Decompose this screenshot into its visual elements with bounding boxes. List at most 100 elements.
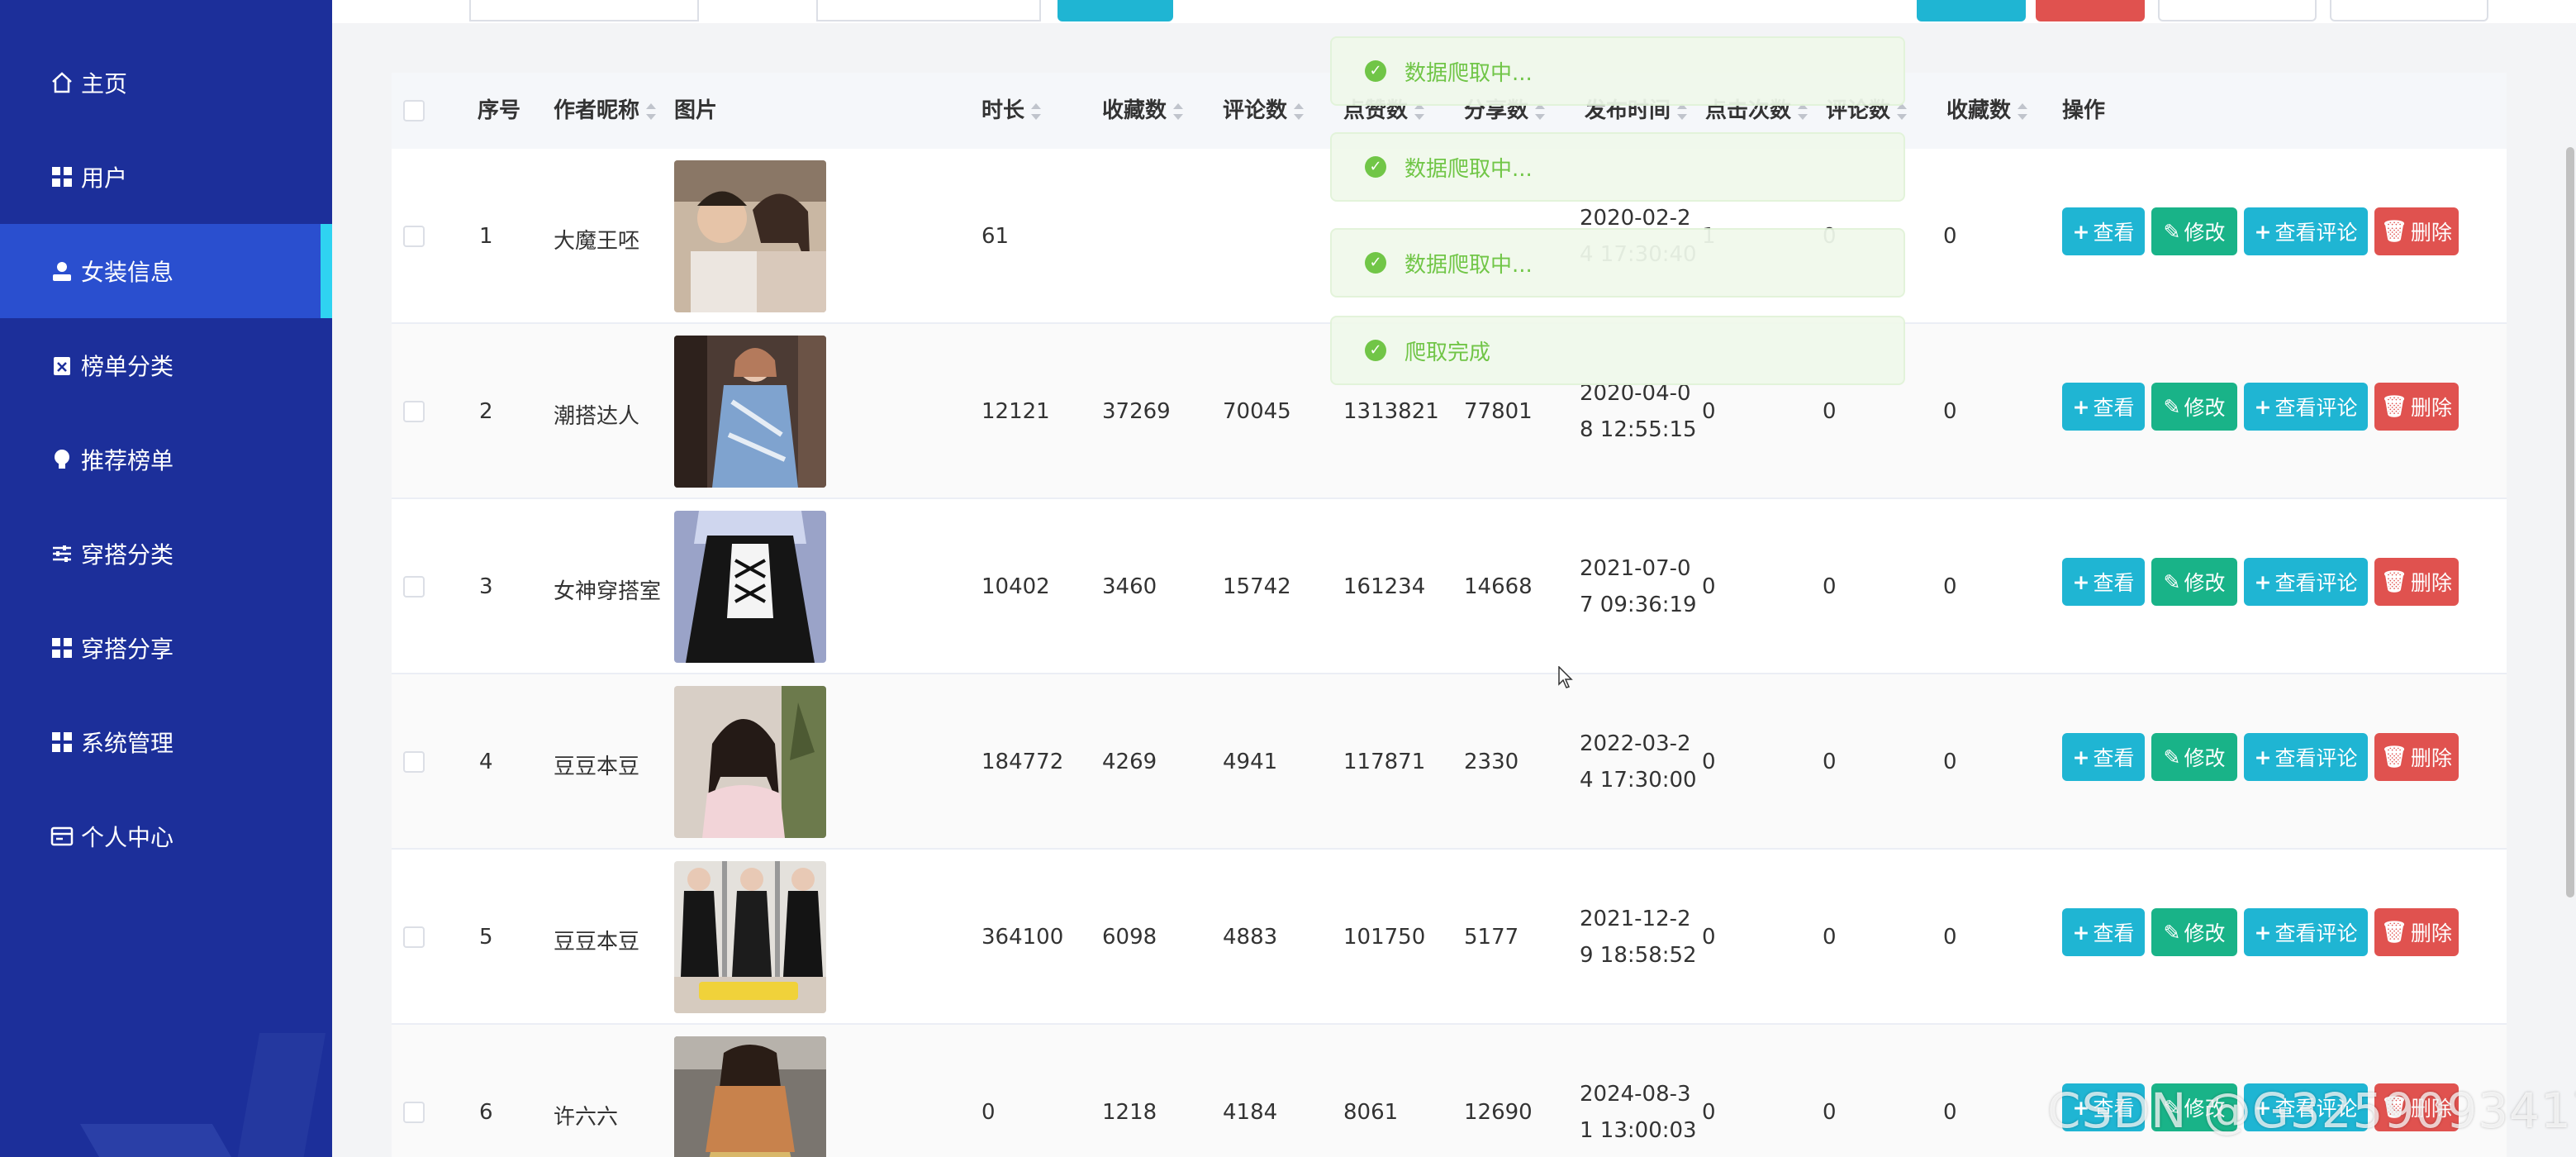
button-label: 查看 [2093, 571, 2135, 595]
view-comments-button[interactable]: + 查看评论 [2244, 558, 2368, 606]
cell-favorites: 4269 [1102, 750, 1157, 774]
edit-button[interactable]: ✎ 修改 [2151, 207, 2237, 255]
sort-icon[interactable] [1173, 102, 1184, 120]
select-all-checkbox[interactable] [403, 100, 425, 121]
delete-button[interactable]: 🗑 删除 [2374, 383, 2459, 431]
author-search-input[interactable] [816, 0, 1041, 21]
cell-collect-count: 0 [1943, 399, 1957, 424]
view-comments-button[interactable]: + 查看评论 [2244, 207, 2368, 255]
cell-likes: 8061 [1343, 1100, 1399, 1125]
button-label: 删除 [2410, 921, 2452, 945]
button-label: 查看 [2093, 396, 2135, 420]
toast-message: ✓ 数据爬取中... [1330, 228, 1905, 298]
plus-icon: + [2254, 569, 2272, 594]
cell-index: 4 [479, 750, 493, 774]
header-label: 时长 [981, 98, 1025, 123]
view-comments-button[interactable]: + 查看评论 [2244, 908, 2368, 956]
plus-icon: + [2254, 394, 2272, 419]
search-button[interactable] [1057, 0, 1173, 21]
delete-selected-button[interactable] [2036, 0, 2145, 21]
watermark: CSDN @G3259093417 [2047, 1083, 2576, 1139]
view-button[interactable]: + 查看 [2062, 908, 2145, 956]
button-label: 修改 [2184, 571, 2226, 595]
view-comments-button[interactable]: + 查看评论 [2244, 383, 2368, 431]
cell-author: 大魔王呸 [554, 229, 640, 254]
sort-icon[interactable] [646, 102, 657, 120]
button-label: 查看 [2093, 746, 2135, 770]
sidebar: 主页 用户 女装信息 榜单分类 推荐榜单 穿搭分类 穿搭分享 系统管理 个人中心 [0, 0, 332, 1157]
edit-button[interactable]: ✎ 修改 [2151, 558, 2237, 606]
row-checkbox[interactable] [403, 751, 425, 773]
cell-clicks: 0 [1702, 925, 1716, 950]
sidebar-item-recommended-ranking[interactable]: 推荐榜单 [0, 412, 332, 507]
edit-button[interactable]: ✎ 修改 [2151, 383, 2237, 431]
header-duration[interactable]: 时长 [981, 73, 1042, 149]
sidebar-item-label: 穿搭分享 [81, 636, 174, 663]
sidebar-item-label: 用户 [81, 164, 128, 192]
cell-favorites: 6098 [1102, 925, 1157, 950]
row-checkbox[interactable] [403, 576, 425, 598]
button-label: 查看评论 [2274, 746, 2358, 770]
delete-button[interactable]: 🗑 删除 [2374, 733, 2459, 781]
toast-text: 爬取完成 [1404, 340, 1491, 365]
sort-icon[interactable] [2018, 102, 2028, 120]
header-comments[interactable]: 评论数 [1223, 73, 1305, 149]
sidebar-item-ranking-category[interactable]: 榜单分类 [0, 318, 332, 412]
view-button[interactable]: + 查看 [2062, 383, 2145, 431]
cell-index: 5 [479, 925, 493, 950]
sidebar-item-system-management[interactable]: 系统管理 [0, 695, 332, 789]
add-button[interactable] [1917, 0, 2026, 21]
sort-icon[interactable] [1031, 102, 1042, 120]
plus-icon: + [2072, 745, 2090, 769]
cell-comments: 15742 [1223, 574, 1291, 599]
view-button[interactable]: + 查看 [2062, 558, 2145, 606]
title-search-input[interactable] [469, 0, 699, 21]
view-button[interactable]: + 查看 [2062, 207, 2145, 255]
sidebar-item-personal-center[interactable]: 个人中心 [0, 789, 332, 883]
sidebar-item-outfit-category[interactable]: 穿搭分类 [0, 507, 332, 601]
cell-collect-count: 0 [1943, 750, 1957, 774]
cell-index: 1 [479, 224, 493, 249]
header-collect-count[interactable]: 收藏数 [1946, 73, 2028, 149]
view-comments-button[interactable]: + 查看评论 [2244, 733, 2368, 781]
export-button[interactable] [2330, 0, 2488, 21]
row-checkbox[interactable] [403, 926, 425, 948]
thumbnail-image [674, 511, 826, 663]
sidebar-item-users[interactable]: 用户 [0, 130, 332, 224]
thumbnail-image [674, 861, 826, 1013]
row-checkbox[interactable] [403, 226, 425, 247]
delete-button[interactable]: 🗑 删除 [2374, 207, 2459, 255]
trash-icon: 🗑 [2381, 569, 2407, 593]
row-checkbox[interactable] [403, 1102, 425, 1123]
trash-icon: 🗑 [2381, 394, 2407, 418]
sidebar-item-label: 女装信息 [81, 259, 174, 286]
cell-shares: 5177 [1464, 925, 1519, 950]
crawl-button[interactable] [2158, 0, 2317, 21]
edit-button[interactable]: ✎ 修改 [2151, 908, 2237, 956]
vertical-scrollbar[interactable] [2566, 147, 2574, 898]
view-button[interactable]: + 查看 [2062, 733, 2145, 781]
check-circle-icon: ✓ [1365, 60, 1386, 82]
delete-button[interactable]: 🗑 删除 [2374, 908, 2459, 956]
cell-index: 2 [479, 399, 493, 424]
sidebar-item-womens-clothing[interactable]: 女装信息 [0, 224, 332, 318]
sliders-icon [50, 541, 74, 566]
edit-button[interactable]: ✎ 修改 [2151, 733, 2237, 781]
cell-duration: 184772 [981, 750, 1064, 774]
delete-button[interactable]: 🗑 删除 [2374, 558, 2459, 606]
sidebar-item-outfit-share[interactable]: 穿搭分享 [0, 601, 332, 695]
header-label: 评论数 [1223, 98, 1288, 123]
cell-duration: 10402 [981, 574, 1050, 599]
header-author[interactable]: 作者昵称 [554, 73, 657, 149]
cell-likes: 161234 [1343, 574, 1426, 599]
cell-likes: 1313821 [1343, 399, 1439, 424]
thumbnail-image [674, 160, 826, 312]
sidebar-item-home[interactable]: 主页 [0, 36, 332, 130]
sort-icon[interactable] [1294, 102, 1305, 120]
grid-icon [50, 730, 74, 755]
cell-shares: 2330 [1464, 750, 1519, 774]
cell-index: 6 [479, 1100, 493, 1125]
header-favorites[interactable]: 收藏数 [1102, 73, 1184, 149]
button-label: 查看评论 [2274, 221, 2358, 245]
row-checkbox[interactable] [403, 401, 425, 422]
